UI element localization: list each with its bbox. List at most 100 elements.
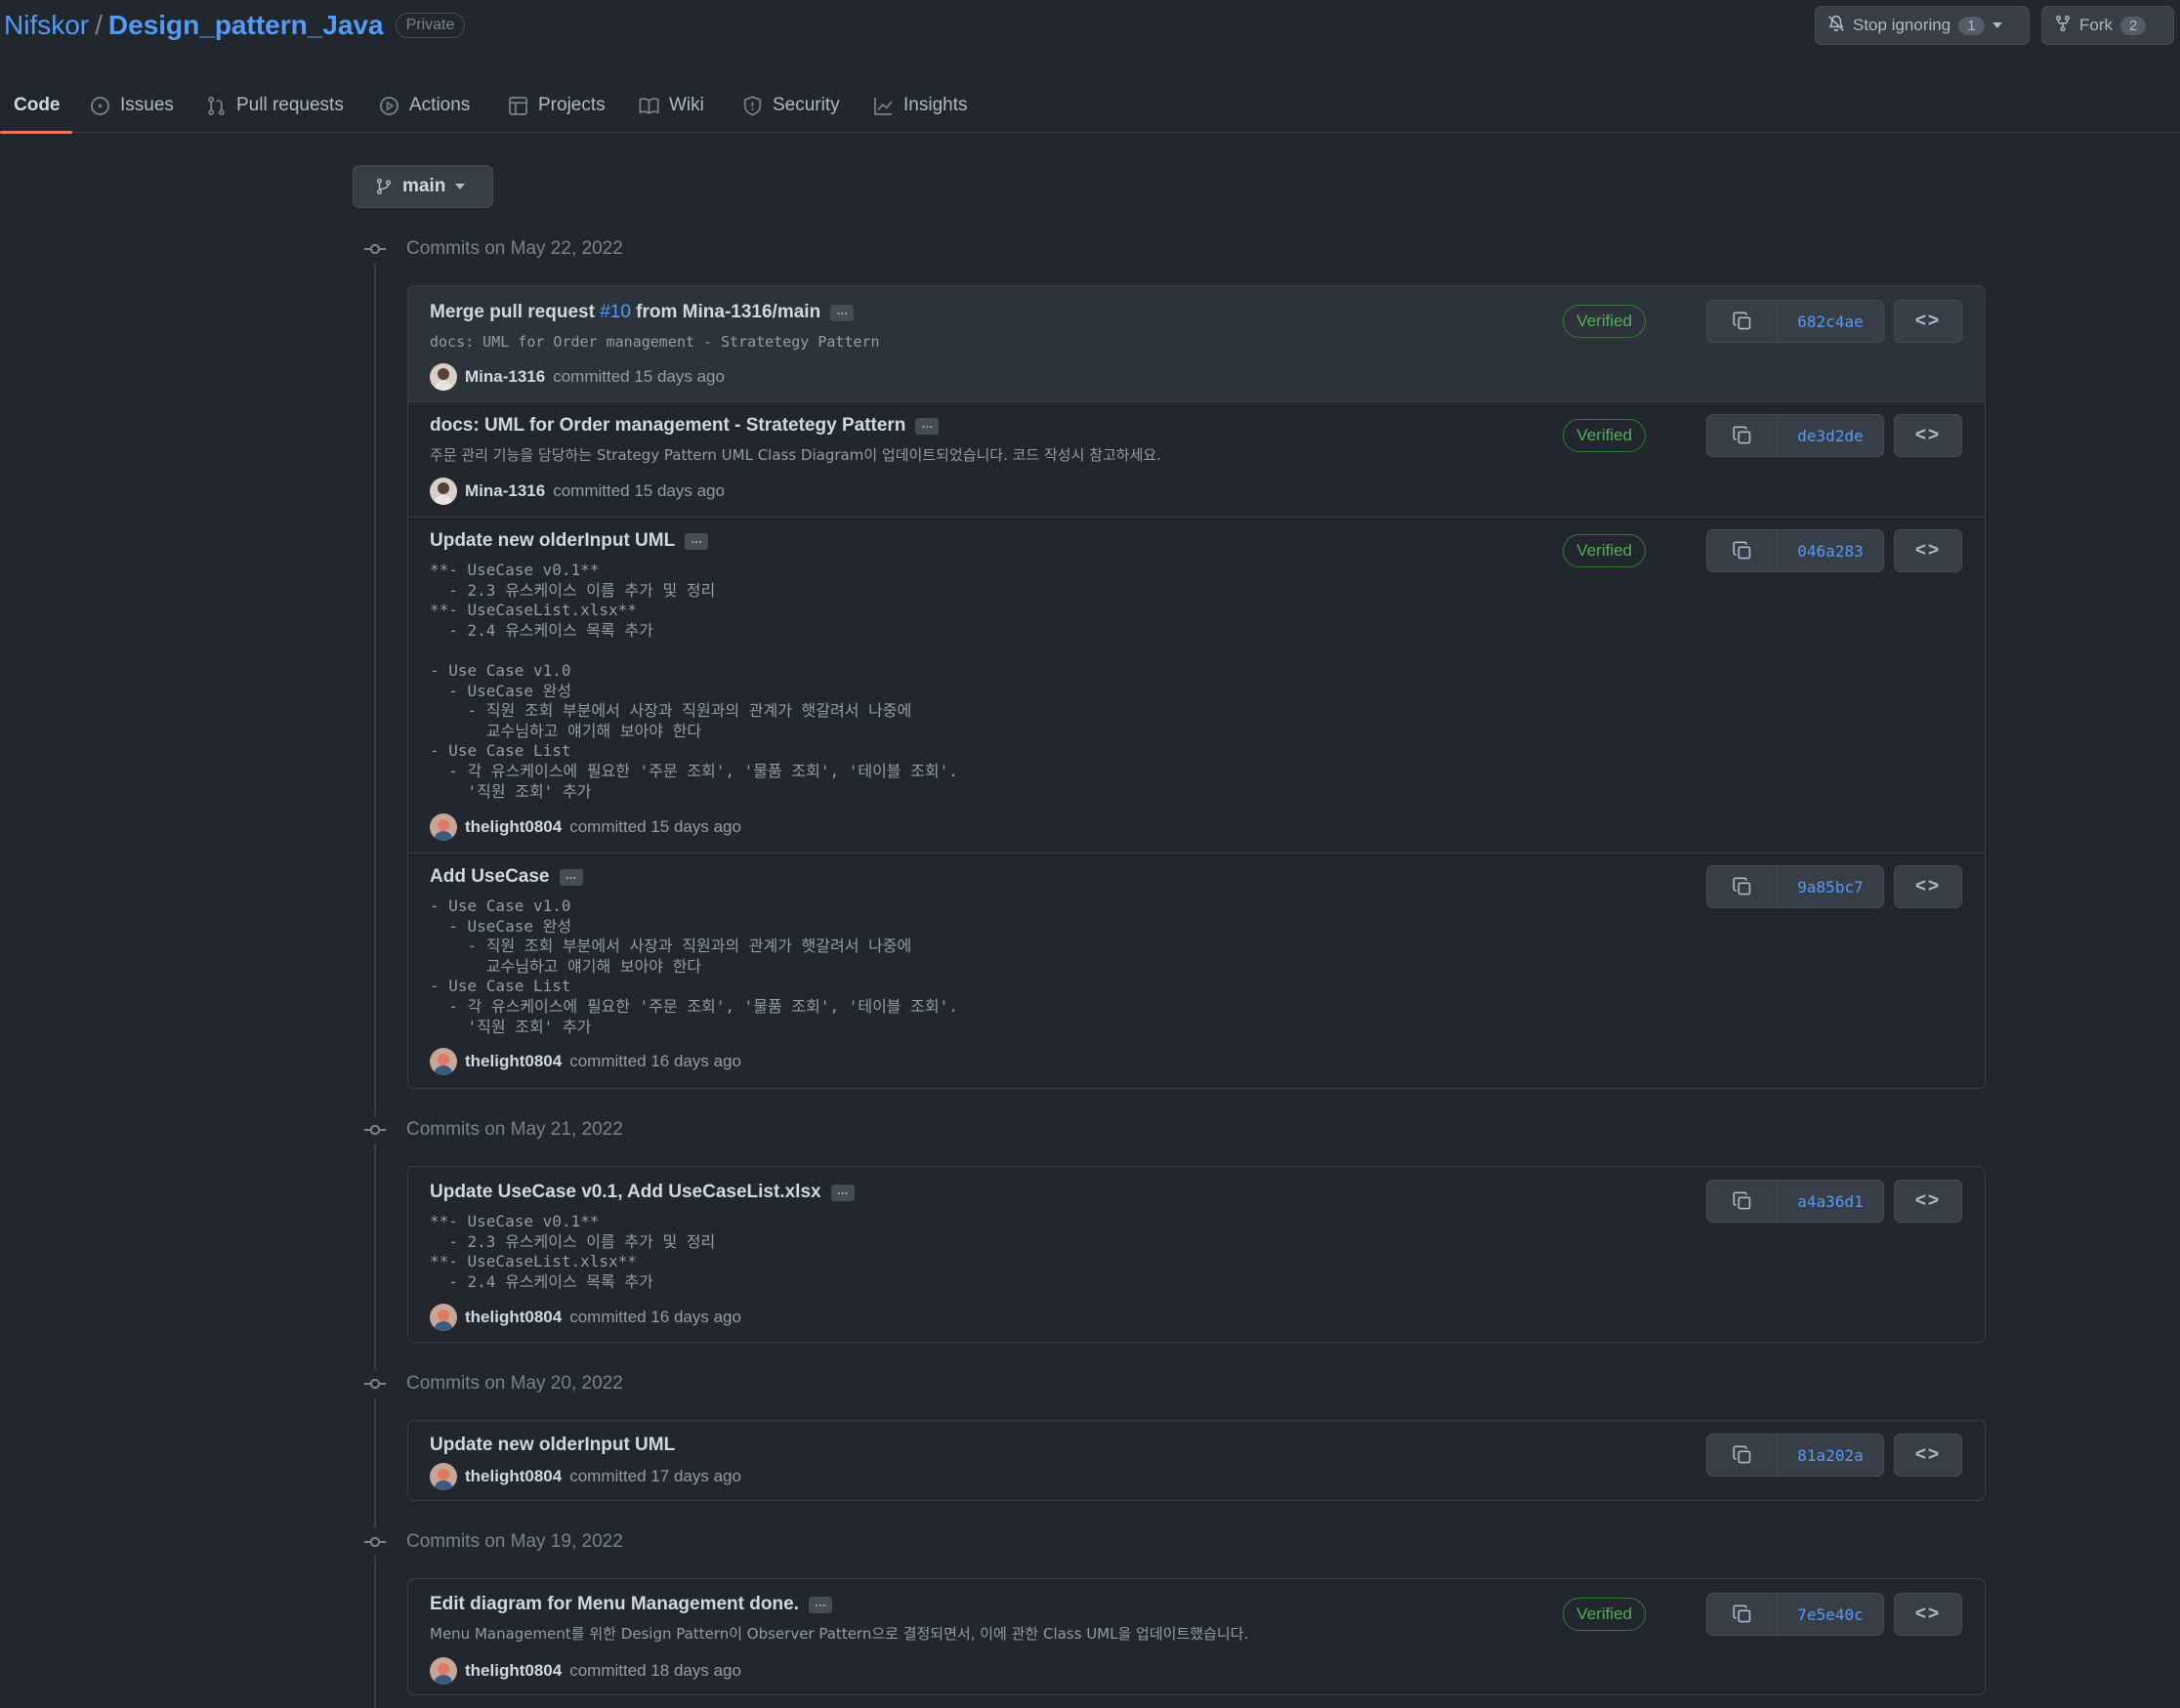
commit-group: Update new olderInput UML thelight0804 c… [407,1420,1986,1501]
commit-sha-link[interactable]: 81a202a [1778,1435,1883,1476]
browse-repo-button[interactable]: <> [1894,865,1962,908]
sha-button-group: 046a283 [1706,529,1884,572]
commit-title[interactable]: Update new olderInput UML … [430,530,709,552]
commit-title[interactable]: Merge pull request #10 from Mina-1316/ma… [430,302,855,323]
commit-row: docs: UML for Order management - Stratet… [408,401,1985,517]
tab-actions[interactable]: Actions [379,78,470,133]
tab-insights[interactable]: Insights [873,78,967,133]
copy-icon[interactable] [1707,530,1778,571]
avatar[interactable] [430,363,457,391]
avatar[interactable] [430,813,457,841]
commit-meta: thelight0804 committed 16 days ago [430,1304,741,1331]
expand-message-button[interactable]: … [830,304,855,321]
verified-badge[interactable]: Verified [1563,1598,1646,1631]
browse-repo-button[interactable]: <> [1894,529,1962,572]
commit-title[interactable]: Add UseCase … [430,866,583,888]
commit-body: Menu Management를 위한 Design Pattern이 Obse… [430,1625,1249,1643]
author-link[interactable]: thelight0804 [465,1661,562,1681]
pr-link[interactable]: #10 [600,302,631,322]
commit-body: - Use Case v1.0 - UseCase 완성 - 직원 조회 부분에… [430,896,958,1036]
commit-group: Update UseCase v0.1, Add UseCaseList.xls… [407,1166,1986,1343]
browse-repo-button[interactable]: <> [1894,300,1962,343]
repo-separator: / [95,10,103,40]
tab-wiki[interactable]: Wiki [639,78,704,133]
commit-title[interactable]: Edit diagram for Menu Management done. … [430,1594,832,1615]
commit-body: **- UseCase v0.1** - 2.3 유스케이스 이름 추가 및 정… [430,1212,716,1291]
commit-sha-link[interactable]: 682c4ae [1778,301,1883,342]
sha-button-group: 81a202a [1706,1434,1884,1477]
avatar[interactable] [430,478,457,505]
commit-title[interactable]: Update UseCase v0.1, Add UseCaseList.xls… [430,1182,855,1203]
tab-issues[interactable]: Issues [90,78,174,133]
commit-dot-icon [361,235,389,263]
author-link[interactable]: thelight0804 [465,1467,562,1486]
tab-label: Issues [120,95,174,115]
commit-day-header: Commits on May 22, 2022 [361,235,623,263]
expand-message-button[interactable]: … [808,1596,832,1613]
copy-icon[interactable] [1707,301,1778,342]
commit-sha-link[interactable]: 7e5e40c [1778,1594,1883,1635]
expand-message-button[interactable]: … [915,417,940,435]
commit-sha-link[interactable]: de3d2de [1778,415,1883,456]
expand-message-button[interactable]: … [559,868,583,886]
browse-repo-button[interactable]: <> [1894,1180,1962,1223]
fork-button[interactable]: Fork 2 [2041,6,2174,45]
commit-time: committed 16 days ago [569,1052,741,1070]
tab-label: Wiki [669,95,704,115]
expand-message-button[interactable]: … [830,1184,855,1201]
copy-icon[interactable] [1707,866,1778,907]
commit-body: **- UseCase v0.1** - 2.3 유스케이스 이름 추가 및 정… [430,561,958,801]
table-icon [509,96,527,115]
commit-body: docs: UML for Order management - Stratet… [430,333,880,351]
author-link[interactable]: thelight0804 [465,1308,562,1327]
copy-icon[interactable] [1707,1181,1778,1222]
browse-repo-button[interactable]: <> [1894,1434,1962,1477]
tab-code[interactable]: Code [0,78,71,134]
commit-title-text: Update UseCase v0.1, Add UseCaseList.xls… [430,1182,821,1202]
commit-meta: thelight0804 committed 18 days ago [430,1657,741,1685]
expand-message-button[interactable]: … [685,532,709,550]
verified-badge[interactable]: Verified [1563,305,1646,338]
commit-title-text: Merge pull request [430,302,601,322]
repo-owner-link[interactable]: Nifskor [4,10,89,41]
author-link[interactable]: Mina-1316 [465,481,545,501]
browse-repo-button[interactable]: <> [1894,1593,1962,1636]
commit-time: committed 15 days ago [569,817,741,836]
author-link[interactable]: Mina-1316 [465,367,545,387]
copy-icon[interactable] [1707,1594,1778,1635]
commit-sha-link[interactable]: 9a85bc7 [1778,866,1883,907]
commit-row: Update new olderInput UML thelight0804 c… [408,1421,1985,1500]
avatar[interactable] [430,1463,457,1490]
commit-sha-link[interactable]: a4a36d1 [1778,1181,1883,1222]
tab-pull-requests[interactable]: Pull requests [206,78,344,133]
repo-name-link[interactable]: Design_pattern_Java [108,10,384,41]
commit-title[interactable]: docs: UML for Order management - Stratet… [430,415,940,437]
repo-tabs: Code Issues Pull requests Actions Projec… [0,78,2180,134]
tab-security[interactable]: Security [742,78,840,133]
commit-title[interactable]: Update new olderInput UML [430,1435,675,1456]
commit-day-header: Commits on May 20, 2022 [361,1370,623,1397]
commit-sha-link[interactable]: 046a283 [1778,530,1883,571]
timeline-line [374,234,376,1708]
commit-row: Merge pull request #10 from Mina-1316/ma… [408,286,1985,401]
copy-icon[interactable] [1707,415,1778,456]
copy-icon[interactable] [1707,1435,1778,1476]
author-link[interactable]: thelight0804 [465,817,562,837]
avatar[interactable] [430,1048,457,1075]
tab-projects[interactable]: Projects [508,78,606,133]
author-link[interactable]: thelight0804 [465,1052,562,1071]
stop-ignoring-button[interactable]: Stop ignoring 1 [1815,6,2030,45]
avatar[interactable] [430,1304,457,1331]
chevron-down-icon [1991,22,2002,28]
branch-selector[interactable]: main [353,165,493,208]
verified-badge[interactable]: Verified [1563,534,1646,567]
sha-button-group: 682c4ae [1706,300,1884,343]
verified-badge[interactable]: Verified [1563,419,1646,452]
commit-meta: thelight0804 committed 17 days ago [430,1463,741,1490]
day-label: Commits on May 20, 2022 [406,1373,623,1394]
avatar[interactable] [430,1657,457,1685]
commit-dot-icon [361,1116,389,1144]
browse-repo-button[interactable]: <> [1894,414,1962,457]
commit-row: Edit diagram for Menu Management done. …… [408,1579,1985,1694]
commit-title-text: Update new olderInput UML [430,530,676,551]
